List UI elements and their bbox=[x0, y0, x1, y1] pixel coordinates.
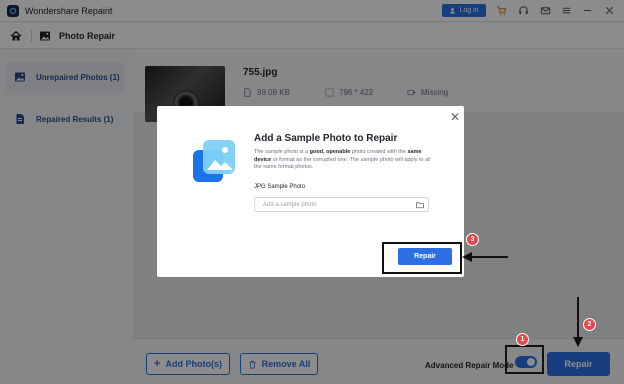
close-icon[interactable]: ✕ bbox=[449, 111, 461, 123]
sample-photo-illustration-icon bbox=[193, 140, 235, 184]
folder-icon[interactable] bbox=[416, 201, 424, 209]
dialog-description: The sample photo is a good, openable pho… bbox=[254, 149, 431, 171]
annotation-badge-1: 1 bbox=[516, 333, 529, 346]
annotation-badge-3: 3 bbox=[466, 233, 479, 246]
dialog-title: Add a Sample Photo to Repair bbox=[254, 133, 398, 144]
sample-photo-label: JPG Sample Photo bbox=[254, 184, 306, 190]
sample-photo-placeholder: Add a sample photo bbox=[263, 201, 317, 208]
sample-photo-input[interactable]: Add a sample photo bbox=[254, 197, 429, 212]
annotation-box-dialog-repair bbox=[382, 242, 462, 274]
annotation-badge-2: 2 bbox=[583, 318, 596, 331]
annotation-box-toggle bbox=[505, 345, 544, 374]
